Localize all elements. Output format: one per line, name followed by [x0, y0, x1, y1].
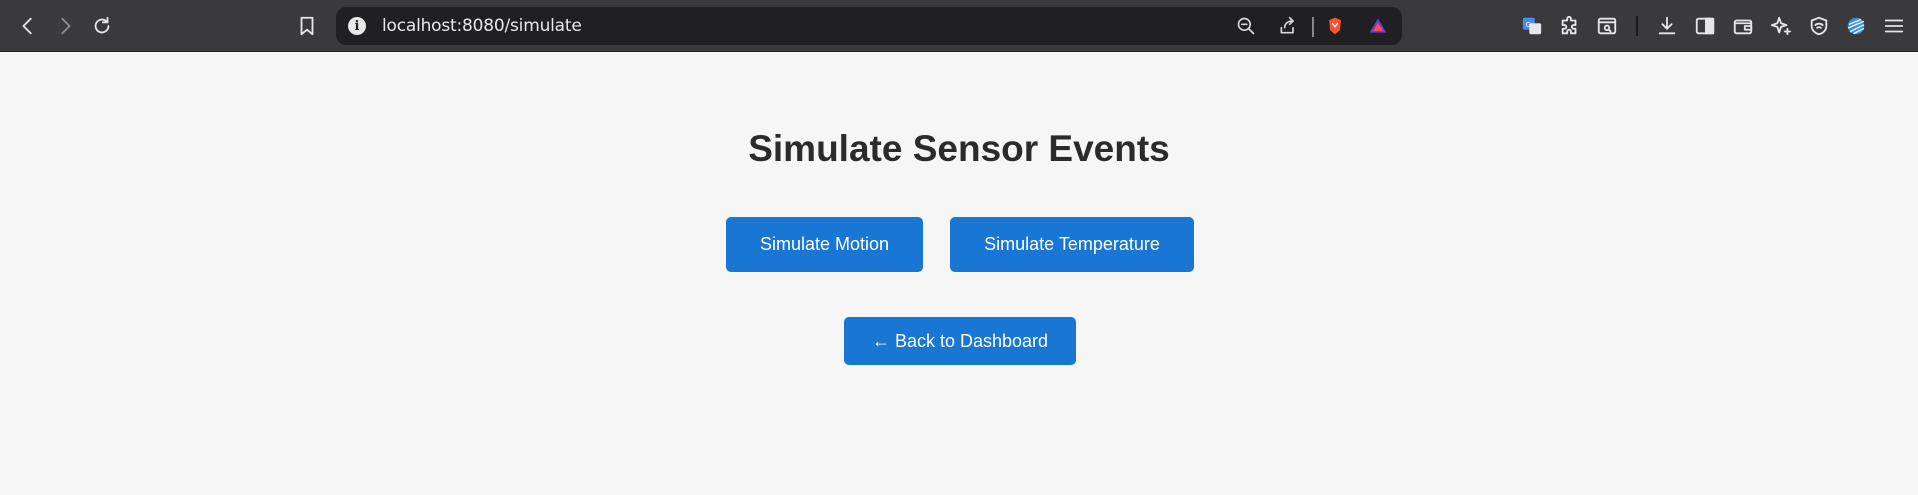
zoom-out-icon[interactable] [1234, 14, 1258, 38]
forward-icon[interactable] [51, 12, 79, 40]
translate-icon[interactable]: G [1518, 12, 1546, 40]
share-icon[interactable] [1276, 14, 1300, 38]
browser-toolbar: i localhost:8080/simulate G [0, 0, 1918, 52]
brave-rewards-icon[interactable] [1366, 14, 1390, 38]
extensions-icon[interactable] [1556, 12, 1584, 40]
back-to-dashboard-button[interactable]: ← Back to Dashboard [844, 317, 1076, 365]
vpn-icon[interactable] [1805, 12, 1833, 40]
leo-ai-icon[interactable] [1767, 12, 1795, 40]
url-text[interactable]: localhost:8080/simulate [382, 16, 582, 36]
menu-icon[interactable] [1880, 12, 1908, 40]
brave-shields-icon[interactable] [1323, 14, 1347, 38]
svg-text:G: G [1526, 20, 1532, 29]
simulate-motion-button[interactable]: Simulate Motion [726, 217, 923, 272]
reload-icon[interactable] [88, 12, 116, 40]
back-icon[interactable] [14, 12, 42, 40]
sidebar-icon[interactable] [1691, 12, 1719, 40]
toolbar-separator [1636, 16, 1638, 36]
downloads-icon[interactable] [1653, 12, 1681, 40]
stripes-extension-icon[interactable] [1842, 12, 1870, 40]
urlbar-separator [1312, 17, 1314, 37]
tab-search-icon[interactable] [1593, 12, 1621, 40]
bookmark-icon[interactable] [293, 12, 321, 40]
address-bar[interactable]: i localhost:8080/simulate [336, 7, 1402, 45]
simulate-temperature-button[interactable]: Simulate Temperature [950, 217, 1194, 272]
wallet-icon[interactable] [1729, 12, 1757, 40]
page-title: Simulate Sensor Events [748, 128, 1170, 169]
site-info-icon[interactable]: i [348, 17, 366, 35]
